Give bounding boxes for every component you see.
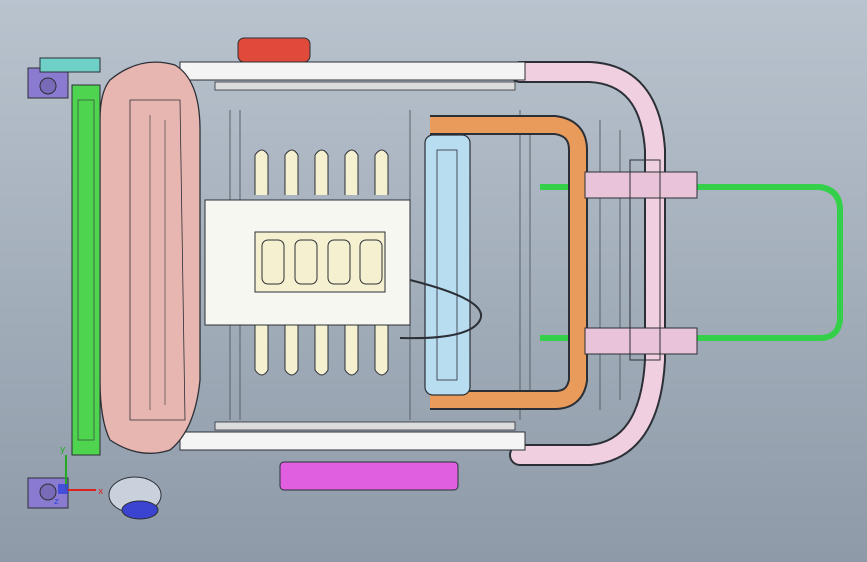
triad-x-label: x bbox=[98, 487, 104, 497]
magenta-block[interactable] bbox=[279, 461, 459, 491]
triad-z-label: z bbox=[54, 497, 59, 507]
red-handle[interactable] bbox=[237, 37, 311, 63]
triad-y-label: y bbox=[60, 445, 66, 455]
side-panel-green[interactable] bbox=[71, 84, 101, 456]
backrest-cushion[interactable] bbox=[99, 61, 201, 454]
cad-viewport[interactable]: y x z bbox=[0, 0, 867, 562]
seat-frame-model[interactable]: y x z bbox=[0, 0, 867, 562]
blue-crossmember[interactable] bbox=[424, 134, 471, 396]
